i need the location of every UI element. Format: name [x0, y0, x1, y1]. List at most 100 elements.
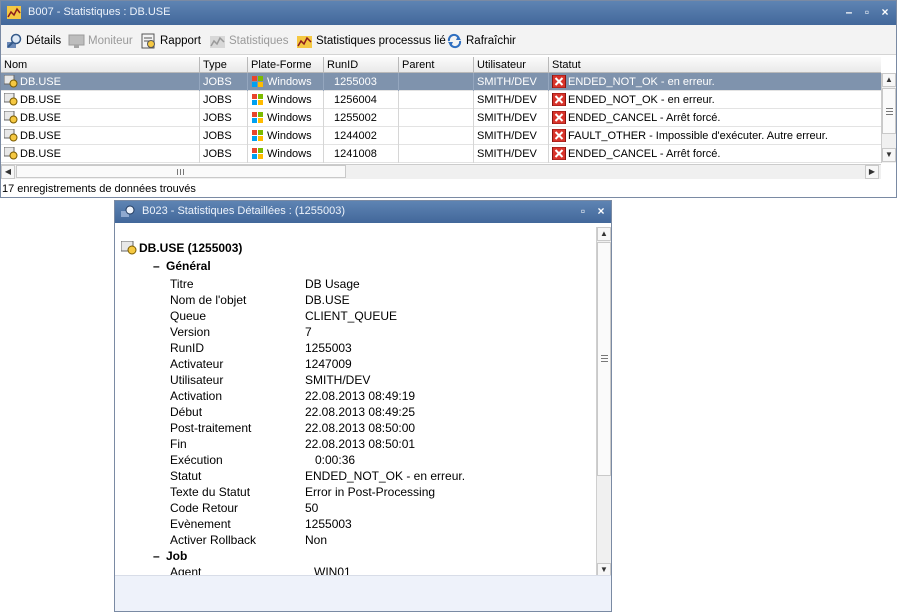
tree-root[interactable]: DB.USE (1255003) — [121, 241, 242, 255]
cell-name-text: DB.USE — [20, 112, 61, 124]
cell-platform-text: Windows — [267, 94, 312, 106]
column-header-status[interactable]: Statut — [549, 57, 881, 73]
job-icon — [4, 111, 18, 124]
details-button[interactable]: Détails — [6, 32, 61, 50]
detail-app-icon — [121, 205, 135, 217]
close-button[interactable]: × — [878, 5, 892, 19]
report-button[interactable]: Rapport — [140, 32, 201, 50]
column-header-runid[interactable]: RunID — [324, 57, 399, 73]
cell-runid: 1255003 — [324, 73, 399, 91]
cell-runid-text: 1244002 — [334, 130, 377, 142]
scroll-up-button[interactable]: ▲ — [882, 73, 896, 87]
cell-name: DB.USE — [1, 109, 200, 127]
scroll-down-button[interactable]: ▼ — [882, 148, 896, 162]
property-label: Code Retour — [170, 501, 239, 515]
table-row[interactable]: DB.USE JOBS Windows 1255002 SMITH/DEV ENDED_C… — [1, 109, 881, 127]
cell-user: SMITH/DEV — [474, 127, 549, 145]
linked-statistics-button[interactable]: Statistiques processus lié — [296, 32, 446, 50]
cell-runid: 1256004 — [324, 91, 399, 109]
cell-user: SMITH/DEV — [474, 73, 549, 91]
collapse-icon[interactable]: – — [153, 549, 163, 563]
cell-type-text: JOBS — [203, 94, 232, 106]
cell-type: JOBS — [200, 109, 248, 127]
property-value: 22.08.2013 08:49:25 — [305, 405, 416, 419]
record-count: 17 enregistrements de données trouvés — [2, 183, 196, 195]
scroll-thumb[interactable] — [882, 88, 896, 134]
column-header-user[interactable]: Utilisateur — [474, 57, 549, 73]
cell-user: SMITH/DEV — [474, 145, 549, 163]
magnifier-icon — [7, 33, 22, 48]
column-header-type[interactable]: Type — [200, 57, 248, 73]
property-value: CLIENT_QUEUE — [305, 309, 398, 323]
property-label: Activateur — [170, 357, 224, 371]
maximize-button[interactable]: ▫ — [860, 5, 874, 19]
job-property-value: WIN01 — [314, 565, 351, 575]
property-value: DB.USE — [305, 293, 350, 307]
error-icon — [552, 129, 566, 142]
cell-status-text: ENDED_CANCEL - Arrêt forcé. — [568, 148, 721, 160]
section-job[interactable]: – Job — [153, 549, 187, 563]
linked-statistics-icon — [297, 36, 312, 48]
property-value: 1255003 — [305, 517, 352, 531]
window-title: B007 - Statistiques : DB.USE — [28, 6, 171, 18]
section-general[interactable]: – Général — [153, 259, 211, 273]
property-label: Activer Rollback — [170, 533, 257, 547]
job-icon — [4, 129, 18, 142]
table-header: Nom Type Plate-Forme RunID Parent Utilis… — [1, 57, 881, 73]
report-label: Rapport — [160, 35, 201, 47]
cell-type-text: JOBS — [203, 148, 232, 160]
section-general-label: Général — [166, 259, 211, 273]
column-header-parent[interactable]: Parent — [399, 57, 474, 73]
job-icon — [4, 93, 18, 106]
property-label: Activation — [170, 389, 223, 403]
cell-platform: Windows — [248, 91, 324, 109]
column-header-name[interactable]: Nom — [1, 57, 200, 73]
property-label: Nom de l'objet — [170, 293, 247, 307]
property-value: 7 — [305, 325, 312, 339]
cell-type-text: JOBS — [203, 112, 232, 124]
detail-tree: DB.USE (1255003) – Général Titre DB Usage N… — [115, 223, 596, 575]
cell-runid-text: 1255002 — [334, 112, 377, 124]
property-label: Fin — [170, 437, 187, 451]
linked-statistics-label: Statistiques processus lié — [316, 35, 446, 47]
table-row[interactable]: DB.USE JOBS Windows 1255003 SMITH/DEV ENDED_N… — [1, 73, 881, 91]
cell-type: JOBS — [200, 73, 248, 91]
statistics-button[interactable]: Statistiques — [209, 32, 288, 50]
table-horizontal-scrollbar[interactable]: ◀ ▶ — [1, 164, 881, 179]
minimize-button[interactable]: – — [842, 5, 856, 19]
cell-parent — [399, 127, 474, 145]
property-value: 22.08.2013 08:50:01 — [305, 437, 416, 451]
detail-close-button[interactable]: × — [594, 204, 608, 218]
refresh-button[interactable]: Rafraîchir — [446, 32, 516, 50]
column-header-platform[interactable]: Plate-Forme — [248, 57, 324, 73]
cell-status: ENDED_NOT_OK - en erreur. — [549, 91, 881, 109]
table-vertical-scrollbar[interactable]: ▲ ▼ — [881, 73, 896, 163]
detail-footer — [115, 575, 611, 611]
cell-parent — [399, 109, 474, 127]
table-row[interactable]: DB.USE JOBS Windows 1241008 SMITH/DEV ENDED_C… — [1, 145, 881, 163]
cell-platform-text: Windows — [267, 76, 312, 88]
cell-type: JOBS — [200, 127, 248, 145]
scroll-left-button[interactable]: ◀ — [1, 165, 15, 179]
statistics-label: Statistiques — [229, 35, 289, 47]
statistics-titlebar[interactable]: B007 - Statistiques : DB.USE – ▫ × — [1, 1, 896, 25]
detail-scroll-thumb[interactable] — [597, 242, 611, 476]
detail-vertical-scrollbar[interactable]: ▲ ▼ — [596, 227, 611, 577]
monitor-button[interactable]: Moniteur — [68, 32, 133, 50]
table-row[interactable]: DB.USE JOBS Windows 1256004 SMITH/DEV ENDED_N… — [1, 91, 881, 109]
cell-parent — [399, 73, 474, 91]
windows-icon — [252, 94, 263, 105]
monitor-label: Moniteur — [88, 35, 133, 47]
detail-maximize-button[interactable]: ▫ — [576, 204, 590, 218]
table-row[interactable]: DB.USE JOBS Windows 1244002 SMITH/DEV FAULT_O… — [1, 127, 881, 145]
cell-name-text: DB.USE — [20, 130, 61, 142]
scroll-right-button[interactable]: ▶ — [865, 165, 879, 179]
horizontal-scroll-thumb[interactable] — [16, 165, 346, 178]
cell-runid-text: 1255003 — [334, 76, 377, 88]
detail-titlebar[interactable]: B023 - Statistiques Détaillées : (125500… — [115, 201, 611, 223]
detail-scroll-up-button[interactable]: ▲ — [597, 227, 611, 241]
cell-runid: 1241008 — [324, 145, 399, 163]
collapse-icon[interactable]: – — [153, 259, 163, 273]
job-icon — [4, 75, 18, 88]
cell-type: JOBS — [200, 145, 248, 163]
